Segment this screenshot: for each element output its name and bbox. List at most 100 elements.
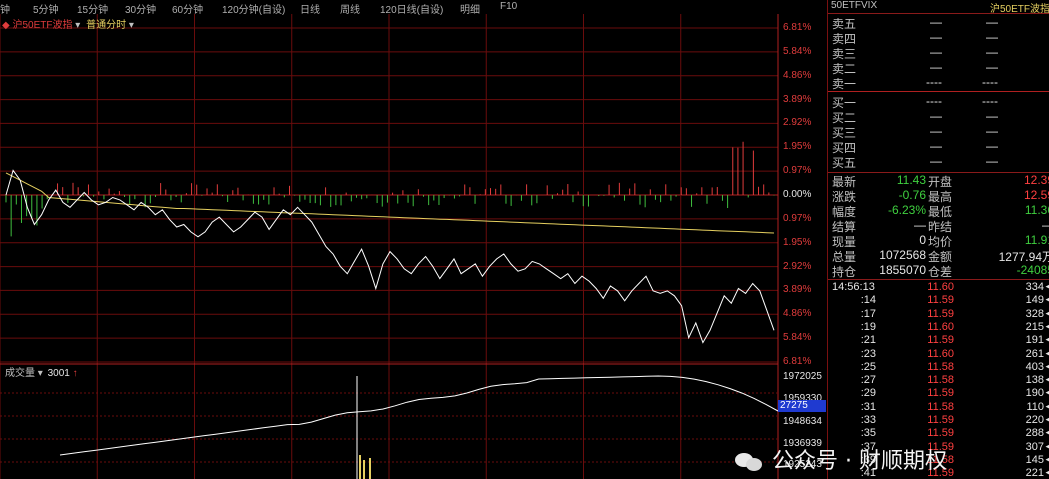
level-volume: ---- (982, 94, 998, 108)
tick-time: :14 (860, 294, 876, 307)
tick-direction-icon: ◂ (1045, 387, 1049, 398)
period-toolbar: 钟 5分钟 15分钟 30分钟 60分钟 120分钟(自设) 日线 周线 120日线(自设) 明细… (0, 0, 826, 16)
tick-volume: 138 (1025, 374, 1044, 387)
mode-caret-icon[interactable]: ▾ (129, 20, 134, 31)
level-price: — (930, 154, 942, 168)
tick-time: :35 (860, 427, 876, 440)
dropdown-caret-icon[interactable]: ▾ (75, 20, 80, 31)
price-axis-label: 4.86% (783, 308, 812, 320)
tick-volume: 334 (1025, 281, 1044, 293)
volume-axis-label: 1948634 (783, 416, 822, 427)
tick-row[interactable]: :21 11.59 191 ◂ (828, 334, 1049, 348)
instrument-dot-icon: ◆ (2, 20, 10, 31)
stat-value: 1855070 (879, 263, 926, 277)
quote-stat-row: 持仓 1855070仓差 -24085 (828, 263, 1049, 279)
quote-stat-row: 现量0均价11.91 (828, 233, 1049, 249)
tick-direction-icon: ◂ (1045, 320, 1049, 331)
tick-direction-icon: ◂ (1045, 307, 1049, 318)
quote-level-row: 买四 — — (828, 139, 1049, 155)
volume-cursor-badge: 27275 (778, 400, 826, 412)
tick-direction-icon: ◂ (1045, 281, 1049, 291)
tick-price: 11.60 (927, 281, 954, 293)
quote-panel: 50ETFVIX 沪50ETF波指 卖五 — — 卖四 — — 卖三 — — 卖二 — — 卖一 ----… (827, 0, 1049, 479)
tick-price: 11.59 (927, 294, 954, 307)
tick-volume: 190 (1025, 387, 1044, 400)
quote-level-row: 卖四 — — (828, 30, 1049, 46)
quote-level-row: 卖三 — — (828, 45, 1049, 61)
stat-value: 0 (919, 233, 926, 247)
tick-direction-icon: ◂ (1045, 440, 1049, 451)
price-axis-label: 0.97% (783, 212, 812, 224)
tick-price: 11.59 (927, 427, 954, 440)
tick-volume: 145 (1025, 453, 1044, 466)
tick-row[interactable]: :29 11.59 190 ◂ (828, 387, 1049, 401)
level-volume: — (986, 139, 998, 153)
price-axis-label: 6.81% (783, 22, 812, 33)
tick-row[interactable]: :27 11.58 138 ◂ (828, 374, 1049, 388)
tick-volume: 191 (1025, 334, 1044, 347)
tick-price: 11.58 (927, 400, 954, 413)
volume-caret-icon[interactable]: ▾ (38, 368, 43, 379)
quote-level-row: 卖二 — — (828, 60, 1049, 76)
stat-value: 11.91 (1024, 233, 1049, 247)
tick-time: :21 (860, 334, 876, 347)
tick-row[interactable]: :19 11.60 215 ◂ (828, 321, 1049, 335)
tick-row[interactable]: :33 11.59 220 ◂ (828, 414, 1049, 428)
level-price: — (930, 45, 942, 59)
level-volume: ---- (982, 75, 998, 89)
level-volume: — (986, 154, 998, 168)
tick-time: 14:56:13 (832, 281, 875, 293)
tick-row[interactable]: 14:56:13 11.60 334 ◂ (828, 281, 1049, 295)
price-axis-label: 1.95% (783, 236, 812, 248)
quote-stat-row: 最新11.43开盘12.39 (828, 173, 1049, 189)
volume-label: 成交量 (5, 368, 35, 379)
stat-value: -6.23% (887, 203, 926, 217)
quote-level-row: 卖五 — — (828, 15, 1049, 31)
level-volume: — (986, 60, 998, 74)
percent-change-bars (5, 141, 775, 237)
tick-direction-icon: ◂ (1045, 374, 1049, 385)
tick-row[interactable]: :31 11.58 110 ◂ (828, 401, 1049, 415)
price-axis-label: 0.00% (783, 189, 812, 200)
tick-direction-icon: ◂ (1045, 414, 1049, 424)
stat-value: — (914, 218, 926, 232)
tick-time: :25 (860, 360, 876, 373)
instrument-label[interactable]: 沪50ETF波指 (12, 20, 72, 31)
level-price: — (930, 60, 942, 74)
chart-grid (0, 14, 779, 479)
tick-row[interactable]: :25 11.58 403 ◂ (828, 361, 1049, 375)
price-axis-label: 5.84% (783, 45, 812, 57)
price-axis-label: 2.92% (783, 260, 812, 272)
intraday-chart[interactable] (0, 14, 826, 479)
tick-time: :27 (860, 374, 876, 387)
tick-volume: 110 (1026, 400, 1044, 413)
level-price: — (930, 109, 942, 123)
stat-value: 11.43 (896, 173, 926, 187)
tick-direction-icon: ◂ (1045, 467, 1049, 478)
tick-row[interactable]: :17 11.59 328 ◂ (828, 308, 1049, 322)
level-price: ---- (926, 75, 942, 89)
stat-value: — (1042, 218, 1049, 232)
level-label: 买五 (832, 156, 857, 170)
tick-volume: 149 (1025, 294, 1044, 307)
tick-row[interactable]: :35 11.59 288 ◂ (828, 427, 1049, 441)
volume-axis-label: 1972025 (783, 371, 822, 382)
tick-time: :33 (860, 414, 876, 426)
tick-time: :31 (860, 400, 876, 413)
tick-direction-icon: ◂ (1045, 400, 1049, 411)
average-price-line (5, 172, 775, 234)
tick-price: 11.59 (927, 387, 954, 400)
tick-price: 11.59 (927, 334, 954, 347)
tick-row[interactable]: :23 11.60 261 ◂ (828, 348, 1049, 362)
tick-volume: 328 (1025, 307, 1044, 320)
price-axis-label: 2.92% (783, 117, 812, 129)
toolbar-item-10[interactable]: F10 (500, 1, 517, 12)
price-line (5, 169, 775, 344)
tick-time: :23 (860, 347, 876, 360)
tick-row[interactable]: :14 11.59 149 ◂ (828, 294, 1049, 308)
tick-time: :29 (860, 387, 876, 400)
stat-value: 12.39 (1023, 173, 1049, 187)
tick-volume: 261 (1025, 347, 1044, 360)
mode-label[interactable]: 普通分时 (86, 20, 126, 31)
bid-ask-divider (828, 91, 1049, 92)
